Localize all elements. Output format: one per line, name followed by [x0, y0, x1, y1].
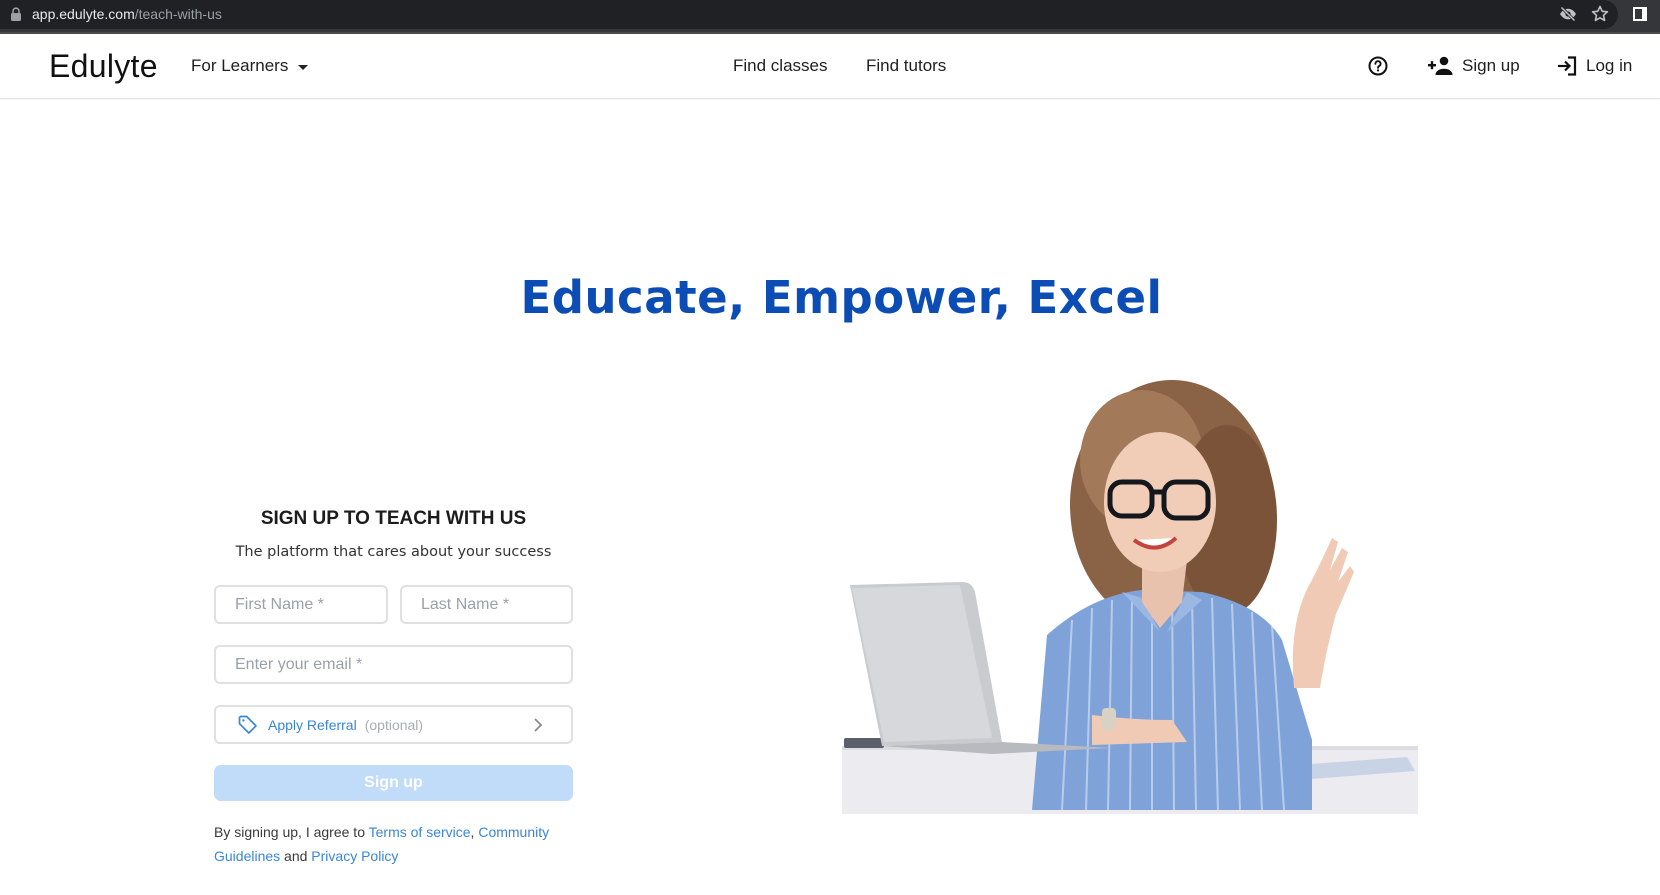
apply-referral-button[interactable]: Apply Referral (optional)	[214, 705, 573, 744]
form-subtitle: The platform that cares about your succe…	[235, 544, 552, 560]
chevron-right-icon	[534, 718, 543, 732]
face	[1104, 432, 1216, 572]
audience-dropdown[interactable]: For Learners	[191, 54, 309, 78]
address-bar[interactable]: app.edulyte.com/teach-with-us	[0, 0, 1618, 29]
star-icon[interactable]	[1590, 4, 1610, 24]
phone	[844, 738, 884, 748]
url-path: /teach-with-us	[134, 6, 222, 22]
header-log-in-label: Log in	[1586, 56, 1633, 75]
audience-dropdown-label: For Learners	[191, 56, 289, 75]
privacy-policy-link[interactable]: Privacy Policy	[311, 848, 398, 864]
hero-image	[842, 370, 1418, 814]
form-heading: SIGN UP TO TEACH WITH US	[260, 508, 527, 529]
help-circle-icon	[1368, 56, 1388, 76]
site-header: Edulyte For Learners Find classes Find t…	[0, 34, 1660, 99]
help-button[interactable]	[1367, 55, 1389, 77]
first-name-input[interactable]	[214, 585, 388, 624]
lock-icon[interactable]	[10, 7, 22, 21]
referral-optional-hint: (optional)	[364, 716, 424, 733]
teacher-with-laptop-illustration	[842, 380, 1418, 814]
watch	[1102, 708, 1116, 730]
terms-and: and	[280, 848, 312, 864]
header-log-in-button[interactable]: Log in	[1556, 54, 1632, 78]
hero-title: Educate, Empower, Excel	[520, 271, 1163, 324]
terms-of-service-link[interactable]: Terms of service	[369, 824, 471, 840]
sidebar-icon[interactable]	[1630, 4, 1650, 24]
tag-icon	[238, 715, 257, 734]
logo[interactable]: Edulyte	[49, 46, 158, 86]
email-input[interactable]	[214, 645, 573, 684]
sign-up-submit-button[interactable]: Sign up	[214, 765, 573, 801]
referral-label: Apply Referral	[268, 716, 357, 733]
nav-find-classes[interactable]: Find classes	[733, 54, 827, 78]
caret-down-icon	[298, 64, 309, 70]
url-host: app.edulyte.com	[32, 6, 135, 22]
url-text[interactable]: app.edulyte.com/teach-with-us	[32, 5, 222, 23]
add-person-icon	[1428, 56, 1453, 75]
nav-find-tutors[interactable]: Find tutors	[866, 54, 946, 78]
hand	[1292, 538, 1354, 688]
terms-prefix: By signing up, I agree to	[214, 824, 369, 840]
login-icon	[1558, 56, 1577, 76]
header-sign-up-button[interactable]: Sign up	[1428, 54, 1520, 78]
header-sign-up-label: Sign up	[1462, 56, 1520, 75]
browser-toolbar: app.edulyte.com/teach-with-us	[0, 0, 1660, 34]
last-name-input[interactable]	[400, 585, 573, 624]
terms-notice: By signing up, I agree to Terms of servi…	[214, 820, 584, 868]
eye-off-icon[interactable]	[1558, 4, 1578, 24]
